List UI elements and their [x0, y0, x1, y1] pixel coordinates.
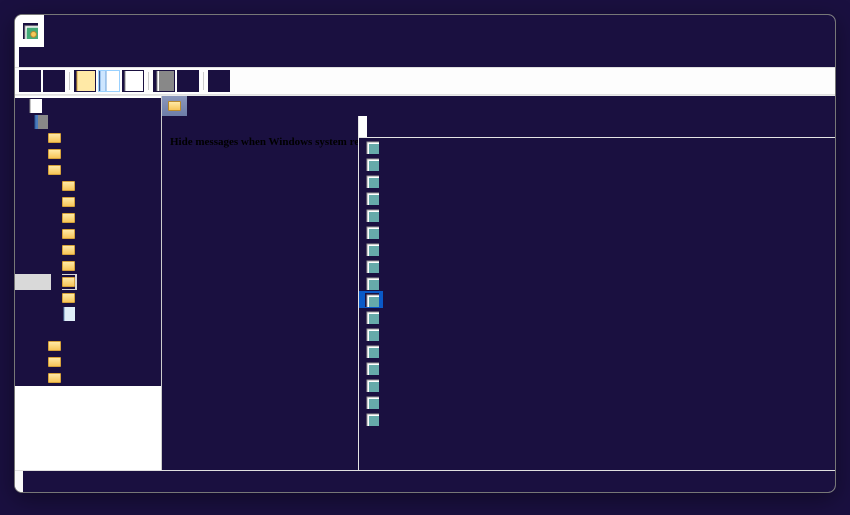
title-bar: Local Group Policy Editor [15, 15, 836, 47]
policy-item-icon [365, 395, 379, 409]
list-item[interactable]: Allow Distributed Link Tracking clients … [359, 138, 836, 155]
tree-printers[interactable]: Printers [15, 226, 162, 242]
policy-item-icon [365, 157, 379, 171]
policy-item-icon [365, 225, 379, 239]
menu-view[interactable]: View [440, 47, 651, 67]
menu-file[interactable]: File [19, 47, 230, 67]
menu-help[interactable]: Help [651, 47, 837, 67]
folder-icon [62, 181, 75, 191]
tree-desktop[interactable]: Desktop [15, 194, 162, 210]
folder-icon [48, 341, 61, 351]
app-icon [23, 23, 38, 39]
list-item[interactable]: Specify Windows installation file locati… [359, 376, 836, 393]
list-item-selected[interactable]: Hide messages when Windows system requir… [359, 291, 836, 308]
folder-icon [62, 197, 75, 207]
tree-startmenu[interactable]: Start Menu ar [15, 258, 162, 274]
folder-icon [62, 245, 75, 255]
settings-list[interactable]: Allow Distributed Link Tracking clients … [359, 138, 836, 470]
status-text: 18 setting(s) [23, 470, 836, 492]
tree-root[interactable]: Local Computer Policy [15, 98, 162, 114]
policy-item-icon [365, 242, 379, 256]
folder-icon [48, 165, 61, 175]
column-setting[interactable]: Setting⌃ [367, 116, 836, 138]
tree-computer-config[interactable]: ▾Computer Configura [15, 114, 162, 130]
tree-cc-admin[interactable]: ▾Administrative Te [15, 162, 162, 178]
tree-pane[interactable]: Local Computer Policy ▾Computer Configur… [15, 96, 162, 470]
folder-icon [168, 101, 181, 111]
settings-icon [62, 307, 75, 321]
policy-item-icon [365, 208, 379, 222]
tree-server[interactable]: Server [15, 242, 162, 258]
policy-item-icon [365, 140, 379, 154]
tree-control-panel[interactable]: ▸Control Panel [15, 178, 162, 194]
folder-icon [48, 133, 61, 143]
properties-button[interactable] [153, 70, 175, 92]
tree-cc-software[interactable]: ▸Software Settings [15, 130, 162, 146]
filter-button[interactable] [208, 70, 230, 92]
list-item[interactable]: Specify Windows Service Pack installatio… [359, 393, 836, 410]
policy-item-icon [365, 191, 379, 205]
tree-uc-admin[interactable]: ▸Administrative Te [15, 370, 162, 386]
policy-item-icon [365, 327, 379, 341]
toolbar: ? [15, 67, 836, 95]
tree-uc-software[interactable]: ▸Software Settings [15, 338, 162, 354]
tree-cc-windows[interactable]: ▸Windows Setting [15, 146, 162, 162]
list-item[interactable]: Do not turn off system power after a Win… [359, 240, 836, 257]
list-item[interactable]: Display Shutdown Event TrackerNot config… [359, 189, 836, 206]
list-item[interactable]: Display highly detailed status messagesN… [359, 172, 836, 189]
folder-icon [62, 261, 75, 271]
forward-button[interactable] [43, 70, 65, 92]
list-item[interactable]: Download missing COM componentsNot confi… [359, 257, 836, 274]
menu-bar: File Action View Help [15, 47, 836, 67]
list-item[interactable]: Remove Boot / Shutdown / Logon / Logoff … [359, 308, 836, 325]
policy-item-icon [365, 293, 379, 307]
selected-policy-title: Hide messages when Windows system requir… [170, 135, 358, 470]
list-item[interactable]: Enable Persistent Time StampNot configur… [359, 274, 836, 291]
folder-icon [48, 373, 61, 383]
policy-item-icon [365, 378, 379, 392]
details-pane: Hide messages when Windows system requir… [162, 116, 358, 470]
help-button[interactable]: ? [177, 70, 199, 92]
user-icon [34, 323, 47, 337]
policy-item-icon [365, 174, 379, 188]
tree-system[interactable]: ▸System [15, 274, 162, 290]
show-hide-tree-button[interactable] [98, 70, 120, 92]
folder-icon [48, 149, 61, 159]
settings-list-pane: Setting⌃ State Allow Distributed Link Tr… [358, 116, 836, 470]
tree-uc-windows[interactable]: ▸Windows Setting [15, 354, 162, 370]
back-button[interactable] [19, 70, 41, 92]
folder-icon [62, 293, 75, 303]
export-button[interactable] [122, 70, 144, 92]
up-button[interactable] [74, 70, 96, 92]
tree-network[interactable]: ▸Network [15, 210, 162, 226]
list-item[interactable]: Turn off Data Execution Prevention for H… [359, 410, 836, 427]
list-item[interactable]: Configure the behavior of the sudo comma… [359, 155, 836, 172]
path-label: System [187, 96, 836, 116]
list-item[interactable]: Restrict these programs from being launc… [359, 342, 836, 359]
list-item[interactable]: Do not display Manage Your Server page a… [359, 223, 836, 240]
tree-windows-comp[interactable]: ▸Windows Cor [15, 290, 162, 306]
policy-item-icon [365, 276, 379, 290]
folder-icon [62, 213, 75, 223]
policy-item-icon [365, 310, 379, 324]
sort-indicator-icon: ⌃ [787, 116, 836, 138]
computer-icon [34, 115, 47, 129]
folder-icon [62, 277, 75, 287]
menu-action[interactable]: Action [230, 47, 441, 67]
folder-icon [48, 357, 61, 367]
status-bar: 18 setting(s) [15, 470, 836, 492]
policy-item-icon [365, 412, 379, 426]
policy-icon [29, 99, 42, 113]
path-header: System [162, 96, 836, 116]
policy-item-icon [365, 344, 379, 358]
tree-all-settings[interactable]: All Settings [15, 306, 162, 322]
tree-user-config[interactable]: ▾User Configuration [15, 322, 162, 338]
list-item[interactable]: Restrict potentially unsafe HTML Help fu… [359, 325, 836, 342]
list-item[interactable]: Do not automatically encrypt files moved… [359, 206, 836, 223]
list-item[interactable]: Specify settings for optional component … [359, 359, 836, 376]
folder-icon [62, 229, 75, 239]
policy-item-icon [365, 259, 379, 273]
list-header: Setting⌃ State [359, 116, 836, 138]
policy-item-icon [365, 361, 379, 375]
